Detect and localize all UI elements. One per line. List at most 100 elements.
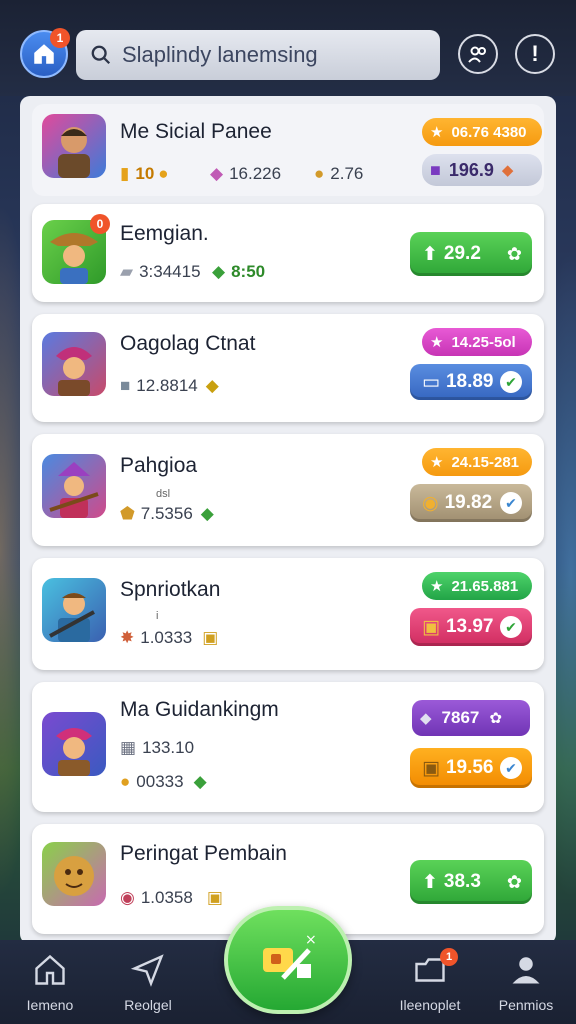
nav-label: Reolgel [124, 997, 172, 1013]
gold-coin-icon: ● [158, 164, 169, 183]
claim-button[interactable]: ◉ 19.82 ✔ [410, 484, 532, 522]
gear-icon: ✿ [506, 243, 522, 264]
center-action-button[interactable]: × [224, 906, 352, 1014]
stat: ⬟ 7.5356 ◆ [120, 504, 214, 523]
coin-icon: ● [120, 772, 131, 791]
play-button[interactable]: ⬆ 38.3 ✿ [410, 860, 532, 904]
gem-icon: ◆ [212, 262, 226, 281]
stat: ▰ 3:34415 [120, 262, 201, 281]
list-item[interactable]: Oagolag Ctnat ■ 12.8814 ◆ ★ 14.25-5ol ▭ 18.8… [32, 314, 544, 422]
play-button[interactable]: ⬆ 29.2 ✿ [410, 232, 532, 276]
stat: ✸ 1.0333 ▣ [120, 628, 219, 647]
arrow-up-icon: ⬆ [422, 243, 438, 265]
game-avatar [42, 114, 106, 178]
list-item[interactable]: 0 Eemgian. ▰ 3:34415 ◆ 8:50 ⬆ 29.2 ✿ [32, 204, 544, 302]
game-title: Oagolag Ctnat [120, 332, 256, 355]
ticket-edit-icon: × [263, 932, 317, 980]
character-icon [56, 347, 92, 396]
send-icon [130, 954, 164, 987]
home-button[interactable]: 1 [20, 28, 70, 78]
check-icon: ✔ [500, 757, 522, 779]
exclamation-icon: ! [531, 41, 539, 66]
claim-button[interactable]: ▭ 18.89 ✔ [410, 364, 532, 400]
nav-label: Ileenoplet [399, 997, 461, 1013]
search-input[interactable]: Slaplindy lanemsing [122, 42, 318, 68]
nav-label: Penmios [498, 997, 554, 1013]
score-pill: ★ 24.15-281 [422, 448, 532, 476]
friends-button[interactable] [458, 34, 498, 74]
reward-pill[interactable]: ■ 196.9 ◆ [422, 154, 542, 186]
coin-icon: ▮ [120, 164, 130, 183]
stat-caption: i [156, 610, 159, 622]
user-icon [512, 957, 540, 984]
claim-button[interactable]: ▣ 19.56 ✔ [410, 748, 532, 788]
score-pill: ★ 06.76 4380 [422, 118, 542, 146]
list-item[interactable]: Me Sicial Panee ▮ 10 ● ◆ 16.226 ● 2.76 ★ 06.7… [32, 104, 544, 196]
svg-text:×: × [305, 932, 317, 948]
notification-badge: 1 [440, 948, 458, 966]
check-icon: ✔ [500, 616, 522, 638]
crest-icon: ◉ [120, 888, 135, 907]
gem-icon: ◆ [200, 504, 214, 523]
stack-icon: ▰ [120, 262, 134, 281]
score-pill: ◆ 7867 ✿ [412, 700, 530, 736]
nav-home[interactable]: Iemeno [0, 952, 100, 1013]
stat: ■ 12.8814 ◆ [120, 376, 219, 395]
star-icon: ★ [430, 454, 444, 471]
game-title: Ma Guidankingm [120, 698, 279, 721]
claim-button[interactable]: ▣ 13.97 ✔ [410, 608, 532, 646]
stat: ● 00333 ◆ [120, 772, 207, 791]
score-pill: ★ 21.65.881 [422, 572, 532, 600]
crest-icon: ◆ [501, 162, 514, 179]
list-item[interactable]: Spnriotkan i ✸ 1.0333 ▣ ★ 21.65.881 ▣ 13.97 ✔ [32, 558, 544, 670]
game-avatar [42, 842, 106, 906]
gem-icon: ◆ [193, 772, 207, 791]
game-title: Peringat Pembain [120, 842, 287, 865]
star-icon: ★ [430, 578, 444, 595]
search-icon [91, 45, 111, 65]
stat: ● 2.76 [314, 164, 364, 183]
crest-icon: ✸ [120, 628, 135, 647]
chest-icon: ▣ [206, 888, 223, 907]
diamond-icon: ◆ [420, 710, 432, 727]
cube-icon: ■ [430, 159, 441, 180]
chest-icon: ▣ [422, 616, 440, 638]
notification-badge: 1 [50, 28, 70, 48]
score-pill: ★ 14.25-5ol [422, 328, 532, 356]
search-bar[interactable]: Slaplindy lanemsing [76, 30, 440, 80]
character-icon [58, 127, 90, 178]
chest-icon: ▣ [202, 628, 219, 647]
game-avatar [42, 332, 106, 396]
star-icon: ★ [430, 334, 444, 351]
home-icon [35, 954, 65, 985]
basket-icon: ▭ [422, 371, 440, 393]
game-avatar [42, 578, 106, 642]
game-title: Spnriotkan [120, 578, 221, 601]
stat: ▮ 10 ● [120, 164, 169, 183]
character-icon [54, 856, 94, 896]
nav-notifications[interactable]: 1 Ileenoplet [380, 948, 480, 1013]
list-item[interactable]: Ma Guidankingm ▦ 133.10 ● 00333 ◆ ◆ 7867 ✿ ▣ 1… [32, 682, 544, 812]
game-title: Eemgian. [120, 222, 209, 245]
stat: ◉ 1.0358 ▣ [120, 888, 223, 907]
star-icon: ★ [430, 124, 444, 141]
gear-icon: ✿ [489, 710, 502, 727]
coin-icon: ⬟ [120, 504, 135, 523]
character-icon [49, 593, 95, 642]
list-item[interactable]: Pahgioa dsl ⬟ 7.5356 ◆ ★ 24.15-281 ◉ 19.82 ✔ [32, 434, 544, 546]
chest-icon: ▣ [422, 757, 440, 779]
alert-button[interactable]: ! [515, 34, 555, 74]
stat: ◆ 8:50 [212, 262, 266, 281]
gem-icon: ◆ [205, 376, 219, 395]
nav-send[interactable]: Reolgel [98, 952, 198, 1013]
people-icon [468, 46, 486, 63]
game-list-panel: Me Sicial Panee ▮ 10 ● ◆ 16.226 ● 2.76 ★ 06.7… [20, 96, 556, 944]
coin-icon: ● [314, 164, 325, 183]
nav-profile[interactable]: Penmios [476, 952, 576, 1013]
cube-icon: ■ [120, 376, 131, 395]
calendar-icon: ▦ [120, 738, 137, 757]
check-icon: ✔ [500, 371, 522, 393]
coin-stack-icon: ◉ [422, 492, 439, 514]
new-badge: 0 [90, 214, 110, 234]
nav-label: Iemeno [26, 997, 74, 1013]
